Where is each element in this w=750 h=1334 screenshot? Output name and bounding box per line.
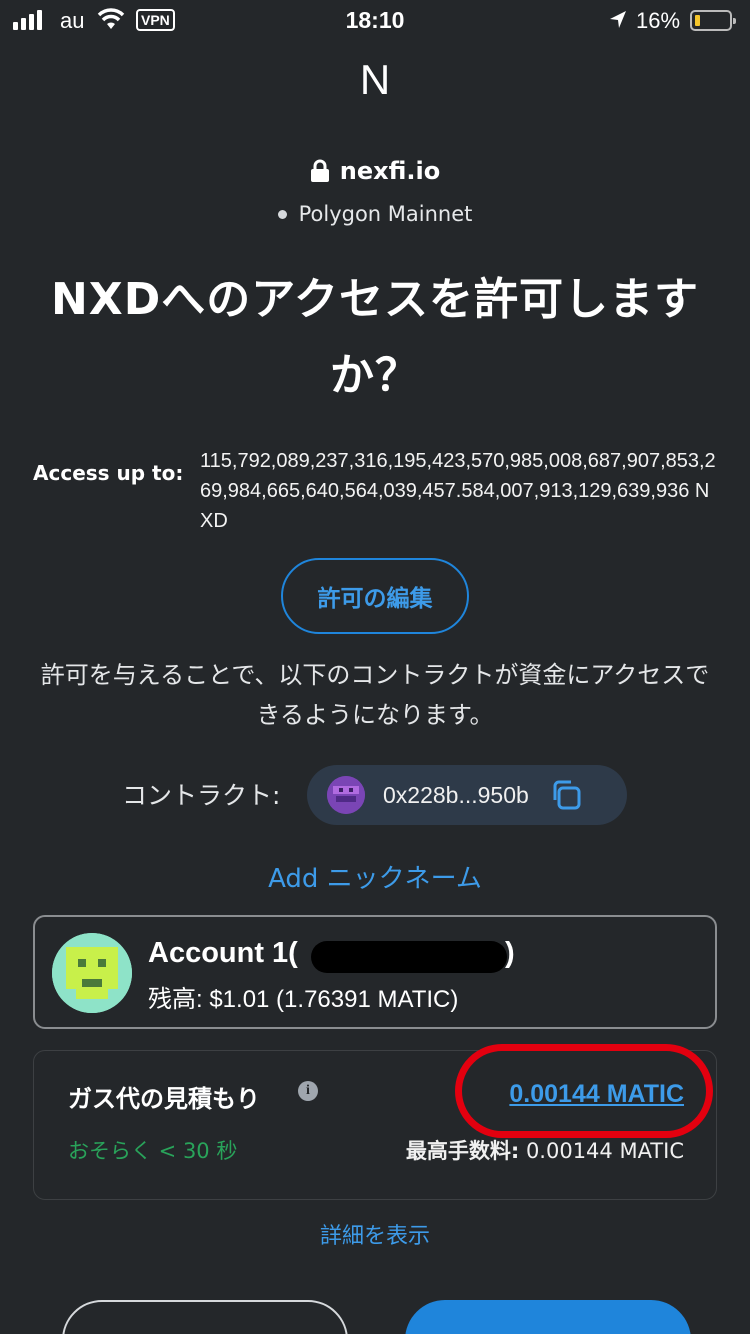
- status-bar: au VPN 18:10 16%: [0, 0, 750, 44]
- highlight-circle-annotation: [455, 1044, 713, 1138]
- account-name: Account 1(: [148, 937, 298, 969]
- add-nickname-link[interactable]: Add ニックネーム: [0, 858, 750, 895]
- contract-label: コントラクト:: [122, 781, 281, 810]
- network-name: Polygon Mainnet: [298, 202, 473, 226]
- contract-address-pill[interactable]: 0x228b...950b: [307, 765, 627, 825]
- account-identicon: [52, 933, 132, 1013]
- network-dot-icon: [277, 209, 287, 219]
- info-icon[interactable]: i: [298, 1081, 318, 1101]
- site-initial-avatar: N: [359, 56, 391, 103]
- show-details-link[interactable]: 詳細を表示: [0, 1218, 750, 1250]
- battery-icon: [690, 10, 736, 31]
- redaction-bar: [311, 941, 507, 973]
- max-fee-label: 最高手数料:: [405, 1139, 520, 1163]
- max-fee: 最高手数料: 0.00144 MATIC: [406, 1135, 684, 1165]
- account-card[interactable]: Account 1( ) 残高: $1.01 (1.76391 MATIC): [33, 915, 717, 1029]
- network-indicator: Polygon Mainnet: [0, 202, 750, 226]
- max-fee-value: 0.00144 MATIC: [519, 1139, 684, 1163]
- account-name-suffix: ): [505, 937, 515, 969]
- battery-percent: 16%: [636, 8, 681, 33]
- location-arrow-icon: [610, 11, 626, 28]
- page-title: NXDへのアクセスを許可しますか？: [50, 274, 700, 401]
- gas-time-estimate: おそらく < 30 秒: [68, 1139, 238, 1163]
- access-label: Access up to:: [33, 461, 184, 485]
- copy-icon[interactable]: [549, 778, 583, 812]
- permission-description: 許可を与えることで、以下のコントラクトが資金にアクセスできるようになります。: [40, 661, 710, 729]
- edit-permission-button[interactable]: 許可の編集: [281, 558, 469, 634]
- access-amount: 115,792,089,237,316,195,423,570,985,008,…: [200, 450, 716, 532]
- account-balance: 残高: $1.01 (1.76391 MATIC): [148, 986, 459, 1013]
- gas-estimate-card: ガス代の見積もり i 0.00144 MATIC おそらく < 30 秒 最高手…: [33, 1044, 717, 1200]
- contract-identicon: [327, 776, 365, 814]
- reject-button[interactable]: [62, 1300, 348, 1334]
- contract-address: 0x228b...950b: [383, 781, 529, 808]
- approve-button[interactable]: [405, 1300, 691, 1334]
- site-origin: nexfi.io: [0, 157, 750, 185]
- site-domain: nexfi.io: [339, 157, 441, 185]
- lock-icon: [310, 159, 329, 182]
- gas-estimate-label: ガス代の見積もり: [68, 1085, 260, 1113]
